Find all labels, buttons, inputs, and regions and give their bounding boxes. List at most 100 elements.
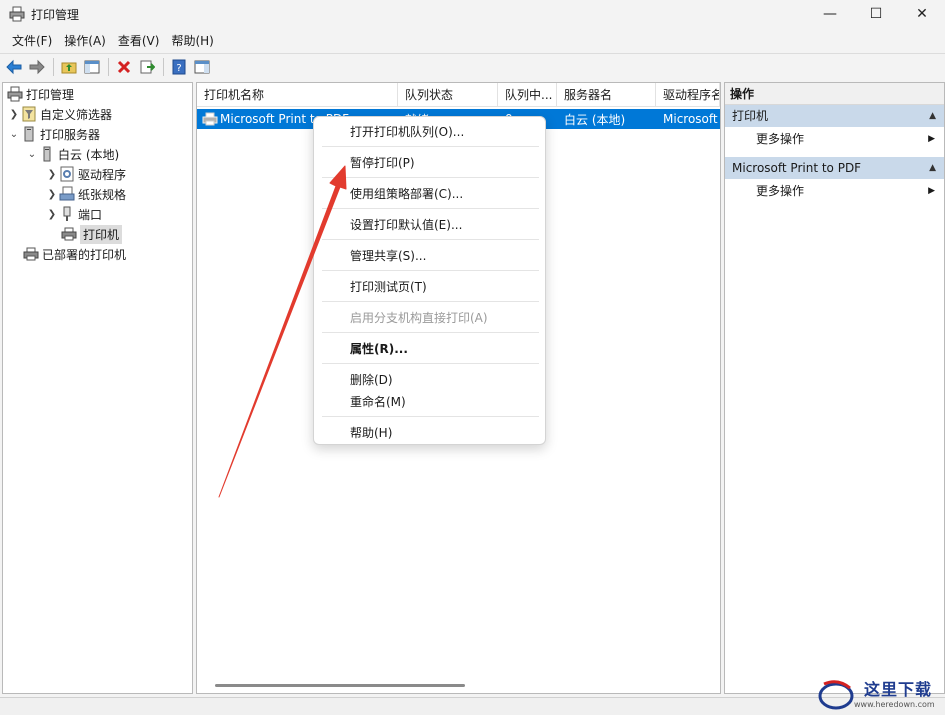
printer-mgmt-icon	[7, 86, 23, 102]
help-button[interactable]: ?	[168, 56, 190, 78]
printer-app-icon	[9, 6, 25, 22]
tree-item-drivers[interactable]: ❯ 驱动程序	[47, 164, 126, 184]
context-menu: 打开打印机队列(O)... 暂停打印(P) 使用组策略部署(C)... 设置打印…	[313, 116, 546, 445]
column-header-server[interactable]: 服务器名	[557, 83, 656, 107]
menu-item-open-queue[interactable]: 打开打印机队列(O)...	[350, 123, 464, 140]
tree-label: 端口	[78, 207, 103, 222]
tree-label: 打印管理	[26, 87, 75, 102]
collapse-up-icon[interactable]: ▲	[929, 157, 936, 179]
menu-item-pause-printing[interactable]: 暂停打印(P)	[350, 154, 415, 171]
folder-up-icon	[61, 62, 77, 73]
menu-separator	[322, 363, 539, 364]
menu-item-deploy-group-policy[interactable]: 使用组策略部署(C)...	[350, 185, 463, 202]
menu-file[interactable]: 文件(F)	[6, 32, 58, 49]
action-section-label: 打印机	[732, 109, 769, 123]
port-plug-icon	[59, 206, 75, 222]
chevron-right-icon[interactable]: ❯	[47, 169, 57, 180]
export-list-button[interactable]	[136, 56, 158, 78]
back-arrow-icon	[6, 59, 22, 74]
tree-item-deployed-printers[interactable]: 已部署的打印机	[21, 244, 126, 264]
tree-item-forms[interactable]: ❯ 纸张规格	[47, 184, 126, 204]
menu-item-set-defaults[interactable]: 设置打印默认值(E)...	[350, 216, 462, 233]
tree-item-root[interactable]: 打印管理	[5, 84, 74, 104]
tree-item-ports[interactable]: ❯ 端口	[47, 204, 102, 224]
tree-label: 自定义筛选器	[40, 107, 113, 122]
action-more-actions[interactable]: 更多操作 ▶	[725, 127, 944, 151]
menu-bar: 文件(F) 操作(A) 查看(V) 帮助(H)	[0, 29, 945, 51]
column-header-status[interactable]: 队列状态	[398, 83, 498, 107]
collapse-up-icon[interactable]: ▲	[929, 105, 936, 127]
chevron-right-icon[interactable]: ❯	[47, 209, 57, 220]
tree-label: 驱动程序	[78, 167, 127, 182]
title-bar: 打印管理 — ☐ ✕	[0, 0, 945, 28]
forward-button[interactable]	[26, 56, 48, 78]
column-header-jobs[interactable]: 队列中...	[498, 83, 557, 107]
list-header: 打印机名称 队列状态 队列中... 服务器名 驱动程序名	[197, 83, 720, 107]
chevron-right-icon[interactable]: ❯	[9, 109, 19, 120]
menu-item-help[interactable]: 帮助(H)	[350, 424, 392, 441]
close-icon: ✕	[916, 6, 928, 22]
minimize-icon: —	[823, 6, 837, 22]
printer-icon	[61, 226, 77, 242]
minimize-button[interactable]: —	[807, 0, 853, 28]
toolbar-separator	[163, 57, 164, 76]
watermark-url: www.heredown.com	[854, 700, 935, 709]
cell-driver-name: Microsoft Print To PDF	[663, 112, 720, 126]
action-pane-icon	[194, 60, 210, 73]
menu-item-properties[interactable]: 属性(R)...	[350, 340, 408, 357]
menu-item-manage-sharing[interactable]: 管理共享(S)...	[350, 247, 426, 264]
action-section-printers[interactable]: 打印机 ▲	[725, 105, 944, 127]
paper-forms-icon	[59, 186, 75, 202]
submenu-arrow-icon: ▶	[928, 134, 935, 144]
menu-item-branch-office-printing[interactable]: 启用分支机构直接打印(A)	[350, 309, 488, 326]
console-tree-icon	[84, 60, 100, 73]
watermark-text: 这里下载	[864, 680, 933, 699]
submenu-arrow-icon: ▶	[928, 186, 935, 196]
tree-item-server-local[interactable]: ⌄ 白云 (本地)	[27, 144, 119, 164]
tree-item-printers[interactable]: 打印机	[59, 224, 123, 244]
server-icon	[39, 146, 55, 162]
action-item-label: 更多操作	[756, 184, 805, 198]
menu-help[interactable]: 帮助(H)	[165, 32, 219, 49]
watermark-swoosh-icon	[818, 680, 854, 710]
toolbar-separator	[108, 57, 109, 76]
help-book-icon: ?	[172, 59, 186, 74]
action-section-label: Microsoft Print to PDF	[732, 161, 862, 175]
menu-separator	[322, 177, 539, 178]
menu-item-delete[interactable]: 删除(D)	[350, 371, 393, 388]
printer-icon	[202, 111, 218, 127]
tree-label: 白云 (本地)	[58, 147, 120, 162]
tree-item-custom-filters[interactable]: ❯ 自定义筛选器	[9, 104, 112, 124]
chevron-down-icon[interactable]: ⌄	[27, 149, 37, 160]
menu-action[interactable]: 操作(A)	[58, 32, 112, 49]
action-section-selected-printer[interactable]: Microsoft Print to PDF ▲	[725, 157, 944, 179]
tree-label: 纸张规格	[78, 187, 127, 202]
maximize-button[interactable]: ☐	[853, 0, 899, 28]
column-header-driver[interactable]: 驱动程序名	[656, 83, 720, 107]
deployed-printer-icon	[23, 246, 39, 262]
chevron-right-icon[interactable]: ❯	[47, 189, 57, 200]
delete-button[interactable]	[113, 56, 135, 78]
export-icon	[140, 60, 155, 73]
tree-item-print-servers[interactable]: ⌄ 打印服务器	[9, 124, 100, 144]
column-header-name[interactable]: 打印机名称	[197, 83, 398, 107]
filter-icon	[21, 106, 37, 122]
back-button[interactable]	[3, 56, 25, 78]
close-button[interactable]: ✕	[899, 0, 945, 28]
menu-separator	[322, 301, 539, 302]
menu-view[interactable]: 查看(V)	[112, 32, 166, 49]
up-folder-button[interactable]	[58, 56, 80, 78]
status-bar	[0, 697, 945, 715]
driver-icon	[59, 166, 75, 182]
menu-item-print-test-page[interactable]: 打印测试页(T)	[350, 278, 427, 295]
horizontal-scrollbar[interactable]	[215, 684, 465, 687]
menu-separator	[322, 332, 539, 333]
properties-view-button[interactable]	[191, 56, 213, 78]
show-hide-tree-button[interactable]	[81, 56, 103, 78]
action-pane-title: 操作	[725, 83, 944, 105]
maximize-icon: ☐	[869, 6, 883, 22]
action-more-actions[interactable]: 更多操作 ▶	[725, 179, 944, 203]
forward-arrow-icon	[29, 59, 45, 74]
chevron-down-icon[interactable]: ⌄	[9, 129, 19, 140]
menu-item-rename[interactable]: 重命名(M)	[350, 393, 406, 410]
